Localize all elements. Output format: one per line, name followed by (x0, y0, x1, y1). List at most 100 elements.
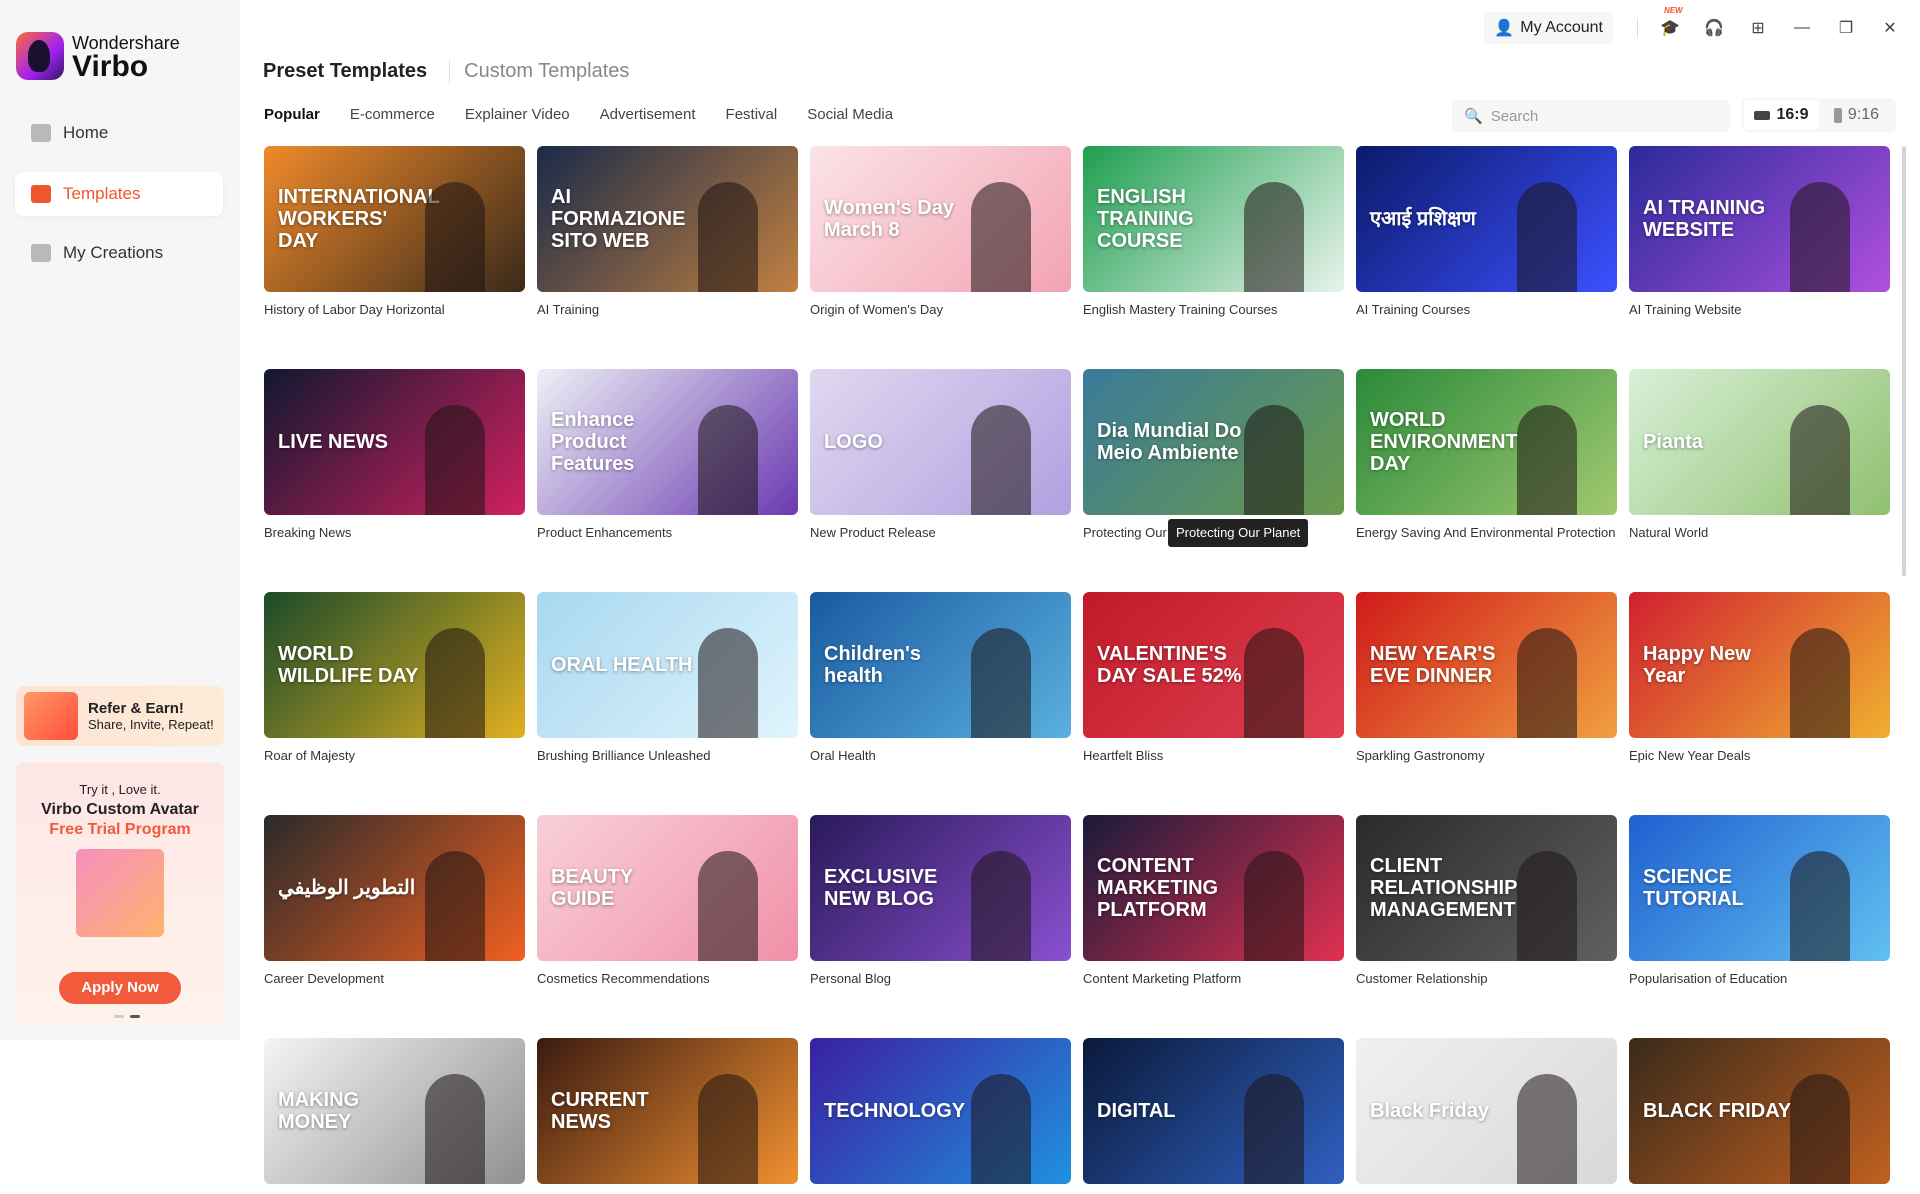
category-ecommerce[interactable]: E-commerce (350, 106, 435, 123)
tab-preset-templates[interactable]: Preset Templates (263, 60, 427, 83)
template-title: Product Enhancements (537, 525, 673, 540)
template-thumbnail[interactable]: WORLD ENVIRONMENT DAY (1356, 369, 1617, 515)
template-title: Cosmetics Recommendations (537, 971, 710, 986)
thumbnail-text: التطوير الوظيفي (278, 877, 416, 899)
template-card[interactable]: ORAL HEALTH Brushing Brilliance Unleashed (537, 592, 798, 763)
template-thumbnail[interactable]: BEAUTY GUIDE (537, 815, 798, 961)
template-card[interactable]: BLACK FRIDAY (1629, 1038, 1890, 1194)
template-card[interactable]: WORLD WILDLIFE DAY Roar of Majesty (264, 592, 525, 763)
template-thumbnail[interactable]: NEW YEAR'S EVE DINNER (1356, 592, 1617, 738)
virbo-logo-icon (16, 32, 64, 80)
template-card[interactable]: CLIENT RELATIONSHIP MANAGEMENT Customer R… (1356, 815, 1617, 986)
tab-custom-templates[interactable]: Custom Templates (449, 60, 629, 83)
category-popular[interactable]: Popular (264, 106, 320, 123)
sidebar-item-templates[interactable]: Templates (15, 172, 223, 216)
template-card[interactable]: Pianta Natural World (1629, 369, 1890, 540)
template-thumbnail[interactable]: WORLD WILDLIFE DAY (264, 592, 525, 738)
sidebar-item-home[interactable]: Home (15, 111, 223, 155)
template-card[interactable]: Enhance Product Features Product Enhancem… (537, 369, 798, 540)
category-advertisement[interactable]: Advertisement (600, 106, 696, 123)
template-card[interactable]: VALENTINE'S DAY SALE 52% Heartfelt Bliss (1083, 592, 1344, 763)
category-explainer-video[interactable]: Explainer Video (465, 106, 570, 123)
carousel-dots[interactable] (114, 1015, 140, 1018)
template-card[interactable]: Dia Mundial Do Meio Ambiente Protecting O… (1083, 369, 1344, 540)
thumbnail-text: INTERNATIONAL WORKERS' DAY (278, 186, 440, 252)
template-card[interactable]: AI TRAINING WEBSITE AI Training Website (1629, 146, 1890, 317)
template-thumbnail[interactable]: Children's health (810, 592, 1071, 738)
sidebar: Wondershare Virbo Home Templates My Creat… (0, 0, 240, 1040)
template-thumbnail[interactable]: VALENTINE'S DAY SALE 52% (1083, 592, 1344, 738)
ratio-9-16-button[interactable]: 9:16 (1819, 100, 1894, 130)
template-thumbnail[interactable]: AI TRAINING WEBSITE (1629, 146, 1890, 292)
template-card[interactable]: AI FORMAZIONE SITO WEB AI Training (537, 146, 798, 317)
template-thumbnail[interactable]: INTERNATIONAL WORKERS' DAY (264, 146, 525, 292)
template-title: Customer Relationship (1356, 971, 1488, 986)
template-thumbnail[interactable]: CLIENT RELATIONSHIP MANAGEMENT (1356, 815, 1617, 961)
template-card[interactable]: INTERNATIONAL WORKERS' DAY History of Lab… (264, 146, 525, 317)
template-thumbnail[interactable]: Women's Day March 8 (810, 146, 1071, 292)
promo-line3: Free Trial Program (49, 821, 191, 838)
search-input[interactable]: 🔍 Search (1452, 100, 1730, 132)
template-card[interactable]: BEAUTY GUIDE Cosmetics Recommendations (537, 815, 798, 986)
template-thumbnail[interactable]: Pianta (1629, 369, 1890, 515)
category-social-media[interactable]: Social Media (807, 106, 893, 123)
category-festival[interactable]: Festival (726, 106, 778, 123)
sidebar-item-my-creations[interactable]: My Creations (15, 231, 223, 275)
apply-now-button[interactable]: Apply Now (59, 972, 181, 1004)
template-card[interactable]: WORLD ENVIRONMENT DAY Energy Saving And E… (1356, 369, 1617, 540)
template-card[interactable]: SCIENCE TUTORIAL Popularisation of Educat… (1629, 815, 1890, 986)
template-thumbnail[interactable]: LOGO (810, 369, 1071, 515)
my-account-button[interactable]: 👤 My Account (1484, 12, 1613, 44)
template-card[interactable]: التطوير الوظيفي Career Development (264, 815, 525, 986)
template-thumbnail[interactable]: SCIENCE TUTORIAL (1629, 815, 1890, 961)
template-card[interactable]: LIVE NEWS Breaking News (264, 369, 525, 540)
thumbnail-text: Pianta (1643, 431, 1704, 453)
thumbnail-text: AI FORMAZIONE SITO WEB (551, 186, 686, 252)
template-thumbnail[interactable]: BLACK FRIDAY (1629, 1038, 1890, 1184)
sidebar-item-label: My Creations (63, 243, 164, 262)
template-card[interactable]: ENGLISH TRAINING COURSE English Mastery T… (1083, 146, 1344, 317)
template-thumbnail[interactable]: Happy New Year (1629, 592, 1890, 738)
minimize-icon[interactable]: — (1782, 12, 1822, 44)
apps-grid-icon[interactable]: ⊞ (1738, 12, 1778, 44)
template-card[interactable]: CONTENT MARKETING PLATFORM Content Market… (1083, 815, 1344, 986)
template-thumbnail[interactable]: EXCLUSIVE NEW BLOG (810, 815, 1071, 961)
template-card[interactable]: एआई प्रशिक्षण AI Training Courses (1356, 146, 1617, 317)
template-card[interactable]: Women's Day March 8 Origin of Women's Day (810, 146, 1071, 317)
template-card[interactable]: DIGITAL (1083, 1038, 1344, 1194)
tutorial-button[interactable]: NEW 🎓 (1650, 6, 1690, 44)
template-card[interactable]: Children's health Oral Health (810, 592, 1071, 763)
thumbnail-text: CURRENT NEWS (551, 1089, 649, 1133)
restore-icon[interactable]: ❐ (1826, 12, 1866, 44)
template-thumbnail[interactable]: Enhance Product Features (537, 369, 798, 515)
template-thumbnail[interactable]: ORAL HEALTH (537, 592, 798, 738)
template-card[interactable]: EXCLUSIVE NEW BLOG Personal Blog (810, 815, 1071, 986)
promo-banner[interactable]: Try it , Love it. Virbo Custom Avatar Fr… (16, 762, 224, 1024)
template-card[interactable]: LOGO New Product Release (810, 369, 1071, 540)
template-card[interactable]: NEW YEAR'S EVE DINNER Sparkling Gastronom… (1356, 592, 1617, 763)
template-thumbnail[interactable]: التطوير الوظيفي (264, 815, 525, 961)
template-thumbnail[interactable]: LIVE NEWS (264, 369, 525, 515)
support-headset-icon[interactable]: 🎧 (1694, 12, 1734, 44)
template-thumbnail[interactable]: Black Friday (1356, 1038, 1617, 1184)
template-card[interactable]: CURRENT NEWS (537, 1038, 798, 1194)
scrollbar[interactable] (1902, 146, 1906, 576)
template-thumbnail[interactable]: MAKING MONEY (264, 1038, 525, 1184)
template-card[interactable]: Happy New Year Epic New Year Deals (1629, 592, 1890, 763)
ratio-16-9-button[interactable]: 16:9 (1744, 100, 1819, 130)
template-type-tabs: Preset Templates Custom Templates (263, 60, 629, 83)
template-thumbnail[interactable]: Dia Mundial Do Meio Ambiente (1083, 369, 1344, 515)
template-thumbnail[interactable]: AI FORMAZIONE SITO WEB (537, 146, 798, 292)
template-card[interactable]: MAKING MONEY (264, 1038, 525, 1194)
template-thumbnail[interactable]: CURRENT NEWS (537, 1038, 798, 1184)
thumbnail-text: Happy New Year (1643, 643, 1751, 687)
template-thumbnail[interactable]: DIGITAL (1083, 1038, 1344, 1184)
template-thumbnail[interactable]: CONTENT MARKETING PLATFORM (1083, 815, 1344, 961)
template-card[interactable]: Black Friday (1356, 1038, 1617, 1194)
template-thumbnail[interactable]: ENGLISH TRAINING COURSE (1083, 146, 1344, 292)
refer-earn-banner[interactable]: Refer & Earn! Share, Invite, Repeat! (16, 686, 224, 746)
template-thumbnail[interactable]: TECHNOLOGY (810, 1038, 1071, 1184)
template-thumbnail[interactable]: एआई प्रशिक्षण (1356, 146, 1617, 292)
template-card[interactable]: TECHNOLOGY (810, 1038, 1071, 1194)
close-icon[interactable]: ✕ (1870, 12, 1910, 44)
